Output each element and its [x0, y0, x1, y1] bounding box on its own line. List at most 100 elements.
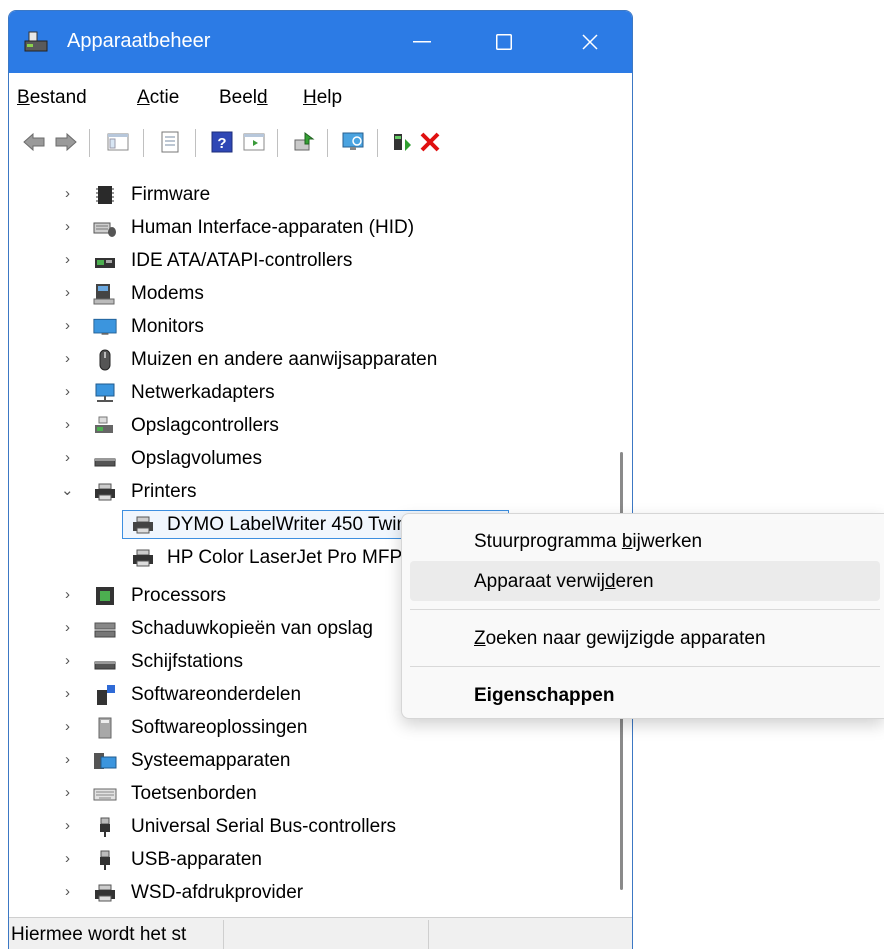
tree-item-modems[interactable]: › Modems: [9, 278, 611, 311]
mouse-icon: [99, 349, 111, 371]
ide-controller-icon: [95, 258, 115, 268]
status-divider: [223, 920, 224, 949]
chevron-right-icon[interactable]: ›: [65, 317, 79, 335]
back-arrow-icon: [23, 132, 45, 152]
minimize-icon: [413, 41, 431, 43]
enable-device-button[interactable]: [389, 129, 415, 155]
chevron-right-icon[interactable]: ›: [65, 652, 79, 670]
menu-bestand[interactable]: Bestand: [17, 87, 87, 109]
uninstall-device-button[interactable]: [417, 129, 443, 155]
chevron-right-icon[interactable]: ›: [65, 586, 79, 604]
tree-item-storage-controllers[interactable]: › Opslagcontrollers: [9, 410, 611, 443]
scan-hardware-icon: [342, 132, 364, 150]
menu-beeld[interactable]: Beeld: [219, 87, 268, 109]
tree-item-network[interactable]: › Netwerkadapters: [9, 377, 611, 410]
minimize-button[interactable]: [382, 11, 462, 73]
action-pane-icon: [243, 133, 265, 151]
forward-arrow-icon: [55, 132, 77, 152]
console-tree-icon: [107, 133, 129, 151]
maximize-icon: [496, 34, 512, 50]
menu-item-scan-hardware[interactable]: Zoeken naar gewijzigde apparaten: [410, 618, 880, 658]
tree-item-system-devices[interactable]: › Systeemapparaten: [9, 745, 611, 778]
printer-icon: [133, 516, 153, 534]
tree-item-hid[interactable]: › Human Interface-apparaten (HID): [9, 212, 611, 245]
maximize-button[interactable]: [464, 11, 544, 73]
toolbar: ?: [9, 117, 632, 170]
chevron-right-icon[interactable]: ›: [65, 251, 79, 269]
menu-actie[interactable]: Actie: [137, 87, 179, 109]
chevron-right-icon[interactable]: ›: [65, 718, 79, 736]
chevron-right-icon[interactable]: ›: [65, 751, 79, 769]
title-bar[interactable]: Apparaatbeheer: [9, 11, 632, 73]
status-divider: [428, 920, 429, 949]
menu-item-update-driver[interactable]: Stuurprogramma bijwerken: [410, 521, 880, 561]
tree-item-usb-devices[interactable]: › USB-apparaten: [9, 844, 611, 877]
chevron-right-icon[interactable]: ›: [65, 784, 79, 802]
chevron-right-icon[interactable]: ›: [65, 350, 79, 368]
help-icon: ?: [211, 131, 233, 153]
svg-text:?: ?: [217, 135, 226, 152]
show-action-pane-button[interactable]: [241, 129, 267, 155]
chevron-right-icon[interactable]: ›: [65, 416, 79, 434]
printer-icon: [95, 884, 115, 902]
modem-icon: [93, 284, 115, 305]
software-solution-icon: [98, 717, 112, 739]
menu-separator: [410, 609, 880, 610]
update-driver-button[interactable]: [291, 129, 317, 155]
status-text: Hiermee wordt het st: [11, 924, 187, 945]
chevron-right-icon[interactable]: ›: [65, 185, 79, 203]
status-bar: Hiermee wordt het st: [9, 917, 632, 949]
monitor-icon: [93, 318, 117, 335]
help-button[interactable]: ?: [209, 129, 235, 155]
forward-button[interactable]: [53, 129, 79, 155]
close-icon: [582, 34, 598, 50]
tree-item-ide[interactable]: › IDE ATA/ATAPI-controllers: [9, 245, 611, 278]
menu-item-uninstall-device[interactable]: Apparaat verwijderen: [410, 561, 880, 601]
tree-item-storage-volumes[interactable]: › Opslagvolumes: [9, 443, 611, 476]
software-component-icon: [97, 685, 115, 705]
disk-drive-icon: [94, 661, 116, 670]
chevron-down-icon[interactable]: ⌄: [61, 481, 75, 499]
printer-icon: [95, 483, 115, 501]
chevron-right-icon[interactable]: ›: [65, 817, 79, 835]
network-adapter-icon: [95, 383, 115, 402]
show-hide-tree-button[interactable]: [105, 129, 131, 155]
back-button[interactable]: [21, 129, 47, 155]
chevron-right-icon[interactable]: ›: [65, 850, 79, 868]
update-driver-icon: [294, 132, 315, 151]
firmware-icon: [96, 186, 114, 204]
device-manager-window: Apparaatbeheer Bestand Actie Beeld Help: [8, 10, 633, 949]
tree-item-firmware[interactable]: › Firmware: [9, 179, 611, 212]
menu-item-properties[interactable]: Eigenschappen: [410, 675, 880, 715]
scan-hardware-button[interactable]: [341, 129, 367, 155]
tree-item-printers[interactable]: ⌄ Printers: [9, 476, 611, 509]
chevron-right-icon[interactable]: ›: [65, 383, 79, 401]
chevron-right-icon[interactable]: ›: [65, 449, 79, 467]
system-device-icon: [94, 753, 117, 769]
menu-bar: Bestand Actie Beeld Help: [9, 73, 632, 118]
keyboard-icon: [93, 788, 117, 801]
chevron-right-icon[interactable]: ›: [65, 883, 79, 901]
tree-item-monitors[interactable]: › Monitors: [9, 311, 611, 344]
properties-icon: [161, 131, 179, 153]
window-title: Apparaatbeheer: [67, 30, 211, 52]
tree-item-keyboards[interactable]: › Toetsenborden: [9, 778, 611, 811]
storage-controller-icon: [95, 416, 113, 433]
hid-icon: [93, 222, 116, 237]
chevron-right-icon[interactable]: ›: [65, 685, 79, 703]
device-manager-app-icon: [24, 31, 48, 52]
uninstall-x-icon: [420, 132, 440, 152]
tree-item-usb-controllers[interactable]: › Universal Serial Bus-controllers: [9, 811, 611, 844]
properties-button[interactable]: [157, 129, 183, 155]
close-button[interactable]: [550, 11, 630, 73]
enable-device-icon: [394, 134, 411, 151]
tree-item-mice[interactable]: › Muizen en andere aanwijsapparaten: [9, 344, 611, 377]
shadow-copy-icon: [94, 622, 116, 638]
printer-icon: [133, 549, 153, 567]
chevron-right-icon[interactable]: ›: [65, 218, 79, 236]
tree-item-wsd[interactable]: › WSD-afdrukprovider: [9, 877, 611, 910]
menu-help[interactable]: Help: [303, 87, 342, 109]
chevron-right-icon[interactable]: ›: [65, 284, 79, 302]
chevron-right-icon[interactable]: ›: [65, 619, 79, 637]
usb-icon: [100, 850, 110, 870]
